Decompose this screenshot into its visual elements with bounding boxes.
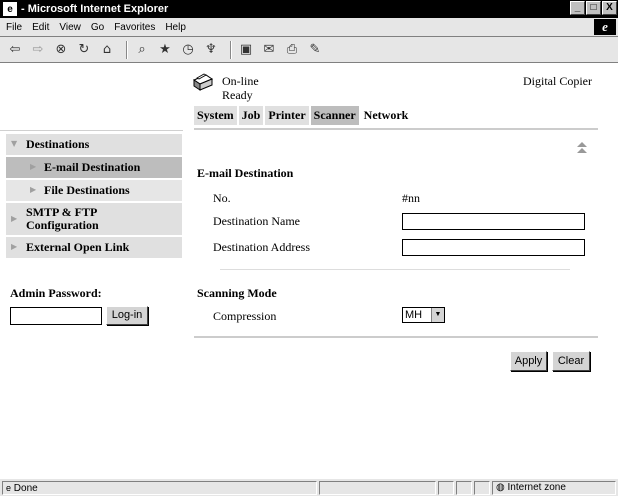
menu-edit[interactable]: Edit — [27, 22, 54, 33]
favorites-icon[interactable]: ★ — [156, 41, 174, 59]
refresh-icon[interactable]: ↻ — [75, 41, 93, 59]
tab-scanner[interactable]: Scanner — [310, 106, 359, 125]
minimize-button[interactable]: _ — [570, 1, 585, 15]
status-cell — [438, 481, 454, 495]
chevron-down-icon[interactable]: ▼ — [431, 308, 444, 322]
window-controls: _ □ X — [570, 1, 617, 15]
email-destination-heading: E-mail Destination — [197, 166, 294, 180]
triangle-down-icon: ▼ — [11, 139, 18, 148]
sidebar-item-file-destinations[interactable]: ▶ File Destinations — [6, 180, 182, 201]
status-online: On-line — [222, 74, 259, 88]
destination-address-label: Destination Address — [213, 240, 310, 254]
triangle-right-icon: ▶ — [30, 162, 37, 171]
print-icon[interactable]: ⎙ — [283, 41, 301, 59]
tab-network[interactable]: Network — [361, 106, 412, 125]
sidebar-item-label: Destinations — [26, 137, 90, 151]
triangle-right-icon: ▶ — [11, 242, 18, 251]
compression-label: Compression — [213, 309, 277, 323]
main-frame: On-line Ready Digital Copier System Job … — [190, 64, 610, 478]
fullscreen-icon[interactable]: ▣ — [237, 41, 255, 59]
menu-bar: File Edit View Go Favorites Help e — [0, 18, 618, 37]
toolbar-separator — [126, 40, 128, 59]
menu-go[interactable]: Go — [86, 22, 109, 33]
divider — [194, 336, 598, 338]
printer-status-icon — [192, 73, 214, 91]
scanning-mode-heading: Scanning Mode — [197, 286, 277, 300]
maximize-button[interactable]: □ — [586, 1, 601, 15]
edit-icon[interactable]: ✎ — [306, 41, 324, 59]
back-icon[interactable]: ⇦ — [6, 41, 24, 59]
status-ready: Ready — [222, 88, 253, 102]
globe-icon: ◍ — [496, 482, 505, 493]
page-content: ▼ Destinations ▶ E-mail Destination ▶ Fi… — [0, 64, 618, 478]
stop-icon[interactable]: ⊗ — [52, 41, 70, 59]
sidebar-item-label: SMTP & FTP Configuration — [26, 205, 99, 232]
title-bar: e - Microsoft Internet Explorer _ □ X — [0, 0, 618, 18]
status-cell — [474, 481, 490, 495]
status-cell — [319, 481, 436, 495]
admin-password-label: Admin Password: — [10, 286, 102, 300]
menu-help[interactable]: Help — [160, 22, 191, 33]
tab-printer[interactable]: Printer — [265, 106, 309, 125]
sidebar-item-label: File Destinations — [44, 183, 130, 197]
sidebar-item-label: External Open Link — [26, 240, 130, 254]
compression-selected-value: MH — [405, 309, 423, 321]
login-button[interactable]: Log-in — [106, 306, 148, 325]
status-bar: e Done ◍ Internet zone — [0, 478, 618, 496]
status-text-cell: e Done — [2, 481, 317, 495]
divider — [220, 269, 570, 270]
compression-select[interactable]: MH ▼ — [402, 307, 445, 323]
apply-button[interactable]: Apply — [510, 351, 547, 371]
tab-system[interactable]: System — [194, 106, 237, 125]
page-icon: e — [6, 483, 12, 493]
sidebar-item-email-destination[interactable]: ▶ E-mail Destination — [6, 157, 182, 178]
tab-job[interactable]: Job — [238, 106, 264, 125]
close-button[interactable]: X — [602, 1, 617, 15]
mail-icon[interactable]: ✉ — [260, 41, 278, 59]
sidebar-item-smtp-ftp[interactable]: ▶ SMTP & FTP Configuration — [6, 203, 182, 235]
window-title: - Microsoft Internet Explorer — [21, 3, 169, 15]
triangle-right-icon: ▶ — [11, 214, 18, 223]
history-icon[interactable]: ◷ — [179, 41, 197, 59]
menu-file[interactable]: File — [0, 22, 27, 33]
status-text: Done — [13, 483, 38, 494]
no-value: #nn — [402, 191, 420, 205]
destination-name-input[interactable] — [402, 213, 585, 230]
menu-favorites[interactable]: Favorites — [109, 22, 160, 33]
search-icon[interactable]: ⌕ — [133, 41, 151, 59]
device-name: Digital Copier — [523, 74, 592, 88]
toolbar-separator — [230, 40, 232, 59]
scroll-top-icon[interactable] — [576, 141, 588, 155]
zone-cell: ◍ Internet zone — [492, 481, 616, 495]
left-frame: ▼ Destinations ▶ E-mail Destination ▶ Fi… — [0, 64, 183, 478]
tab-bar: System Job Printer Scanner Network — [194, 106, 413, 125]
destination-name-label: Destination Name — [213, 214, 300, 228]
sidebar-item-label: E-mail Destination — [44, 160, 141, 174]
ie-logo-icon: e — [594, 19, 616, 35]
menu-view[interactable]: View — [54, 22, 86, 33]
left-frame-header — [0, 64, 183, 131]
forward-icon[interactable]: ⇨ — [29, 41, 47, 59]
divider — [194, 128, 598, 130]
channels-icon[interactable]: ♆ — [202, 41, 220, 59]
sidebar-nav: ▼ Destinations ▶ E-mail Destination ▶ Fi… — [6, 134, 182, 260]
destination-address-input[interactable] — [402, 239, 585, 256]
sidebar-item-destinations[interactable]: ▼ Destinations — [6, 134, 182, 155]
toolbar: ⇦ ⇨ ⊗ ↻ ⌂ ⌕ ★ ◷ ♆ ▣ ✉ ⎙ ✎ — [0, 37, 618, 63]
admin-password-input[interactable] — [10, 307, 102, 325]
no-label: No. — [213, 191, 231, 205]
triangle-right-icon: ▶ — [30, 185, 37, 194]
status-cell — [456, 481, 472, 495]
clear-button[interactable]: Clear — [552, 351, 590, 371]
home-icon[interactable]: ⌂ — [98, 41, 116, 59]
zone-text: Internet zone — [507, 482, 566, 493]
sidebar-item-external-open-link[interactable]: ▶ External Open Link — [6, 237, 182, 258]
ie-app-icon[interactable]: e — [3, 2, 17, 16]
